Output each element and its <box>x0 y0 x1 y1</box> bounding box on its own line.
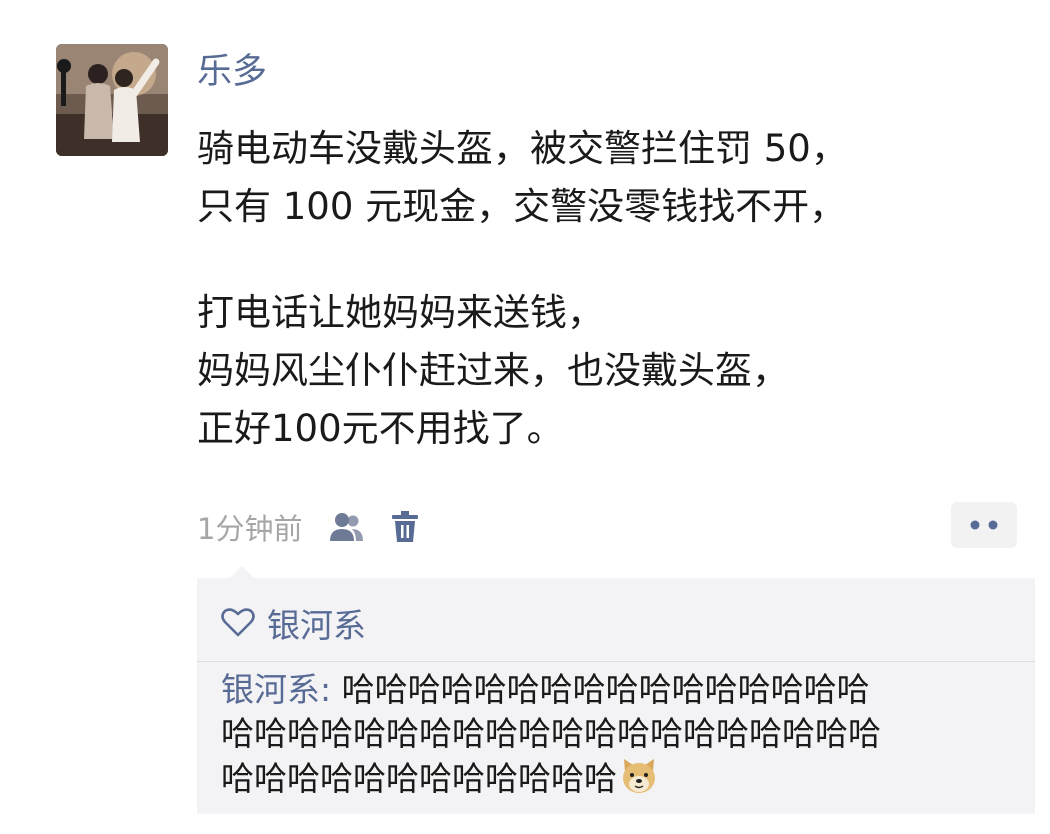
people-icon[interactable] <box>328 508 366 546</box>
comment-text: 哈哈哈哈哈哈哈哈哈哈哈哈 <box>221 759 617 798</box>
comment-text: 哈哈哈哈哈哈哈哈哈哈哈哈哈哈哈哈哈哈哈哈 <box>221 714 881 753</box>
post-text-line: 正好100元不用找了。 <box>197 407 564 450</box>
panel-divider <box>197 661 1035 662</box>
post-content: 骑电动车没戴头盔，被交警拦住罚 50， 只有 100 元现金，交警没零钱找不开，… <box>197 120 1017 458</box>
more-options-button[interactable] <box>951 502 1017 548</box>
panel-notch <box>230 566 254 578</box>
comment-text: 哈哈哈哈哈哈哈哈哈哈哈哈哈哈哈哈 <box>341 670 870 709</box>
more-dots-icon <box>970 520 998 530</box>
post-timestamp: 1分钟前 <box>197 512 303 546</box>
comment-item[interactable]: 银河系: 哈哈哈哈哈哈哈哈哈哈哈哈哈哈哈哈 哈哈哈哈哈哈哈哈哈哈哈哈哈哈哈哈哈哈… <box>221 668 1027 800</box>
post-text-line: 骑电动车没戴头盔，被交警拦住罚 50， <box>197 127 848 170</box>
post-meta: 1分钟前 <box>197 502 424 552</box>
post-author-name[interactable]: 乐多 <box>197 48 267 96</box>
likes-row: 银河系 <box>221 598 366 648</box>
comment-author[interactable]: 银河系 <box>221 670 320 709</box>
comments-panel: 银河系 银河系: 哈哈哈哈哈哈哈哈哈哈哈哈哈哈哈哈 哈哈哈哈哈哈哈哈哈哈哈哈哈哈… <box>197 578 1035 814</box>
doge-emoji-icon <box>619 756 659 796</box>
heart-outline-icon <box>221 608 255 637</box>
trash-icon[interactable] <box>386 508 424 546</box>
comment-separator: : <box>320 670 342 709</box>
post-text-line: 打电话让她妈妈来送钱， <box>197 291 604 334</box>
avatar[interactable] <box>56 44 168 156</box>
post-text-line: 只有 100 元现金，交警没零钱找不开， <box>197 185 847 228</box>
post-text-line: 妈妈风尘仆仆赶过来，也没戴头盔， <box>197 349 789 392</box>
like-user-name[interactable]: 银河系 <box>267 599 366 647</box>
